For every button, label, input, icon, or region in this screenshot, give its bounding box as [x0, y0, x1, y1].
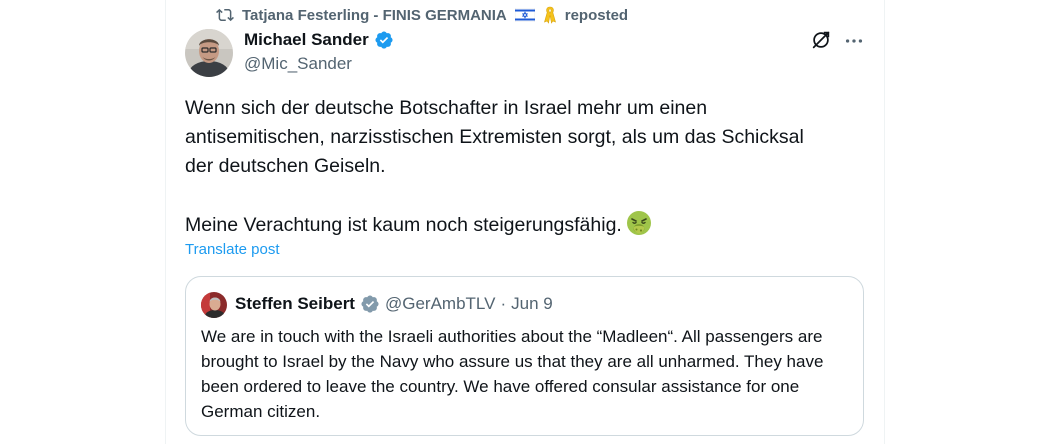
quoted-post-header: Steffen Seibert @GerAmbTLV · Jun 9 [235, 294, 553, 314]
timeline-right-border [884, 0, 885, 444]
quoted-post-text: We are in touch with the Israeli authori… [201, 327, 824, 421]
post-body: Wenn sich der deutsche Botschafter in Is… [185, 94, 865, 240]
author-handle[interactable]: @Mic_Sander [244, 54, 352, 74]
post-text: Wenn sich der deutsche Botschafter in Is… [185, 97, 804, 236]
quoted-author-avatar[interactable] [201, 292, 227, 318]
face-vomiting-emoji [626, 210, 652, 236]
quoted-post-card[interactable]: Steffen Seibert @GerAmbTLV · Jun 9 We ar… [185, 276, 864, 436]
repost-label: reposted [564, 6, 629, 24]
repost-icon [216, 6, 234, 24]
author-avatar[interactable] [185, 29, 233, 77]
quoted-post-date[interactable]: Jun 9 [511, 294, 553, 314]
author-name[interactable]: Michael Sander [244, 30, 394, 50]
translate-post-link[interactable]: Translate post [185, 241, 280, 258]
grok-icon[interactable] [810, 29, 832, 51]
quoted-separator: · [500, 294, 507, 313]
more-options-icon[interactable] [843, 30, 865, 52]
gray-verified-badge-icon[interactable] [360, 294, 380, 314]
reposter-name[interactable]: Tatjana Festerling - FINIS GERMANIA [242, 7, 507, 24]
quoted-author-name[interactable]: Steffen Seibert [235, 294, 355, 314]
quoted-author-handle[interactable]: @GerAmbTLV [385, 294, 495, 314]
israel-flag-icon [514, 7, 535, 23]
repost-context: Tatjana Festerling - FINIS GERMANIA repo… [216, 4, 628, 26]
timeline-left-border [165, 0, 166, 444]
author-name-text[interactable]: Michael Sander [244, 30, 369, 50]
verified-badge-icon[interactable] [374, 30, 394, 50]
yellow-ribbon-icon [543, 6, 557, 24]
